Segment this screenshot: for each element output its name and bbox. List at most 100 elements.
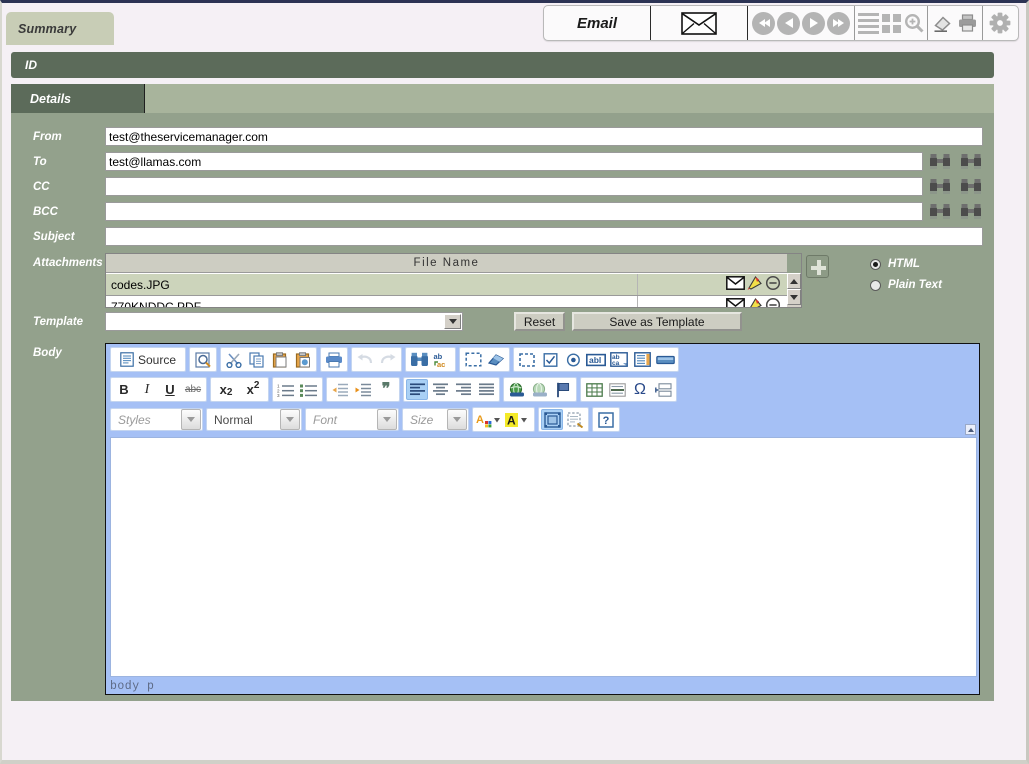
select-field-button[interactable] (631, 349, 653, 370)
bulleted-list-button[interactable] (298, 379, 320, 400)
bold-button[interactable]: B (113, 379, 135, 400)
text-color-button[interactable]: A (475, 409, 503, 430)
launch-icon[interactable] (746, 297, 764, 308)
reset-button[interactable]: Reset (514, 312, 565, 331)
preview-button[interactable] (192, 349, 214, 370)
radio-button-button[interactable] (562, 349, 584, 370)
align-justify-button[interactable] (475, 379, 497, 400)
search-button[interactable] (904, 13, 924, 33)
from-input[interactable] (105, 127, 983, 146)
bcc-lookup-button-1[interactable] (929, 203, 951, 221)
tab-details[interactable]: Details (11, 84, 145, 113)
chevron-down-icon[interactable] (444, 314, 461, 329)
summary-tab[interactable]: Summary (6, 12, 114, 45)
size-dropdown[interactable]: Size (402, 408, 469, 431)
blockquote-button[interactable]: ❞ (375, 379, 397, 400)
copy-button[interactable] (246, 349, 268, 370)
scroll-down-button[interactable] (787, 289, 801, 305)
underline-button[interactable]: U (159, 379, 181, 400)
textarea-button[interactable]: ab ca (608, 349, 630, 370)
send-email-icon[interactable] (726, 276, 745, 293)
styles-dropdown[interactable]: Styles (110, 408, 203, 431)
editor-content-area[interactable] (110, 437, 977, 677)
launch-icon[interactable] (746, 275, 764, 294)
align-center-button[interactable] (429, 379, 451, 400)
previous-record-button[interactable] (777, 12, 800, 35)
page-break-button[interactable] (652, 379, 674, 400)
bcc-lookup-button-2[interactable] (960, 203, 982, 221)
settings-button[interactable] (983, 6, 1018, 40)
send-email-icon[interactable] (726, 298, 745, 308)
radio-html[interactable]: HTML (870, 258, 920, 270)
button-button[interactable] (654, 349, 676, 370)
redo-button[interactable] (377, 349, 399, 370)
replace-button[interactable]: ab ac (431, 349, 453, 370)
collapse-toolbar-button[interactable] (965, 424, 976, 435)
svg-text:abl: abl (589, 355, 601, 365)
bcc-input[interactable] (105, 202, 923, 221)
font-dropdown[interactable]: Font (305, 408, 399, 431)
svg-text:ac: ac (437, 360, 445, 368)
undo-button[interactable] (354, 349, 376, 370)
to-lookup-button-2[interactable] (960, 153, 982, 171)
list-view-button[interactable] (858, 13, 879, 34)
cc-lookup-button-2[interactable] (960, 178, 982, 196)
radio-plain-text[interactable]: Plain Text (870, 279, 942, 291)
unlink-button[interactable] (529, 379, 551, 400)
attachments-scrollbar[interactable] (787, 273, 801, 308)
align-left-button[interactable] (406, 379, 428, 400)
cut-button[interactable] (223, 349, 245, 370)
strikethrough-button[interactable]: abc (182, 379, 204, 400)
eraser-button[interactable] (932, 13, 953, 33)
print-button[interactable] (957, 13, 978, 33)
source-button[interactable]: Source (113, 349, 183, 370)
to-input[interactable] (105, 152, 923, 171)
remove-format-button[interactable] (485, 349, 507, 370)
paste-from-word-button[interactable] (292, 349, 314, 370)
toolbar-group-basic-styles: B I U abc (110, 377, 207, 402)
envelope-icon[interactable] (651, 6, 748, 40)
grid-view-button[interactable] (882, 14, 901, 33)
to-lookup-button-1[interactable] (929, 153, 951, 171)
template-dropdown[interactable] (105, 312, 463, 331)
save-as-template-button[interactable]: Save as Template (572, 312, 742, 331)
link-button[interactable] (506, 379, 528, 400)
background-color-button[interactable]: A (504, 409, 532, 430)
italic-button[interactable]: I (136, 379, 158, 400)
add-attachment-button[interactable] (806, 255, 829, 278)
remove-icon[interactable] (765, 297, 781, 308)
about-button[interactable]: ? (595, 409, 617, 430)
outdent-button[interactable] (329, 379, 351, 400)
last-record-button[interactable] (827, 12, 850, 35)
checkbox-button[interactable] (539, 349, 561, 370)
form-button[interactable] (516, 349, 538, 370)
next-record-button[interactable] (802, 12, 825, 35)
remove-icon[interactable] (765, 275, 781, 294)
label-attachments: Attachments (33, 257, 103, 269)
scroll-up-button[interactable] (787, 273, 801, 289)
element-path[interactable]: body p (110, 680, 154, 693)
table-row[interactable]: 770KNDDC.PDF (106, 296, 787, 308)
indent-button[interactable] (352, 379, 374, 400)
numbered-list-button[interactable]: 1 2 3 (275, 379, 297, 400)
find-button[interactable] (408, 349, 430, 370)
horizontal-rule-button[interactable] (606, 379, 628, 400)
maximize-button[interactable] (541, 409, 563, 430)
superscript-button[interactable]: x2 (240, 379, 266, 400)
select-all-button[interactable] (462, 349, 484, 370)
print-button[interactable] (323, 349, 345, 370)
first-record-button[interactable] (752, 12, 775, 35)
paste-button[interactable] (269, 349, 291, 370)
table-row[interactable]: codes.JPG (106, 274, 787, 296)
cc-lookup-button-1[interactable] (929, 178, 951, 196)
align-right-button[interactable] (452, 379, 474, 400)
format-dropdown[interactable]: Normal (206, 408, 302, 431)
table-button[interactable] (583, 379, 605, 400)
anchor-button[interactable] (552, 379, 574, 400)
cc-input[interactable] (105, 177, 923, 196)
subscript-button[interactable]: x2 (213, 379, 239, 400)
special-character-button[interactable]: Ω (629, 379, 651, 400)
subject-input[interactable] (105, 227, 983, 246)
text-field-button[interactable]: abl (585, 349, 607, 370)
show-blocks-button[interactable] (564, 409, 586, 430)
